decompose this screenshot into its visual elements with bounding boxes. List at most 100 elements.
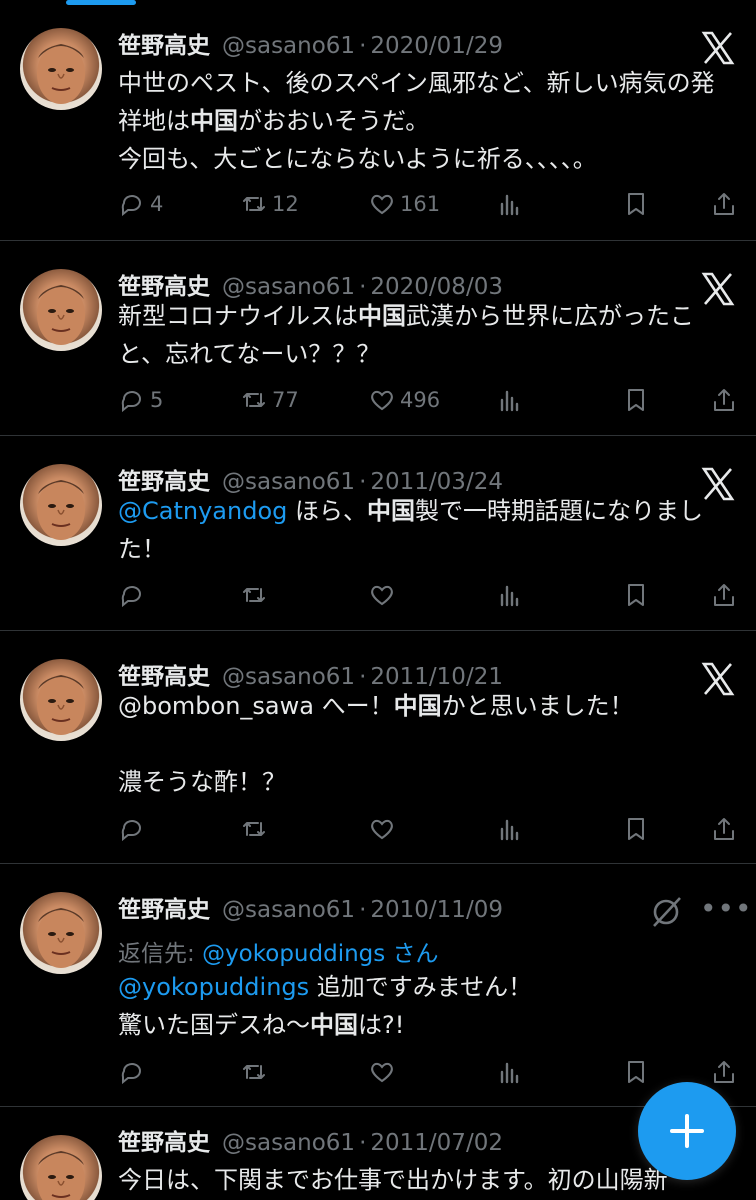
bookmark-icon (622, 1058, 654, 1086)
bookmark-icon (622, 581, 654, 609)
handle[interactable]: @sasano61 (222, 1130, 355, 1156)
avatar[interactable] (20, 892, 102, 974)
like-button[interactable]: 161 (368, 186, 440, 222)
retweet-count: 77 (272, 388, 299, 412)
text-segment: @bombon_sawa へー！ (118, 692, 394, 720)
bookmark-button[interactable] (622, 186, 654, 222)
tweet[interactable]: 笹野高史 @sasano61 · 2020/08/03 新型コロナウイルスは中国武漢か… (0, 241, 756, 436)
display-name[interactable]: 笹野高史 (118, 1130, 210, 1156)
tweet-text: 新型コロナウイルスは中国武漢から世界に広がったこと、忘れてなーい？？？ (118, 297, 726, 373)
like-count: 161 (400, 192, 441, 216)
retweet-icon (240, 581, 272, 609)
plus-icon (670, 1114, 704, 1148)
avatar[interactable] (20, 464, 102, 546)
action-bar (118, 811, 736, 847)
display-name[interactable]: 笹野高史 (118, 897, 210, 923)
reply-button[interactable]: 5 (118, 382, 163, 418)
compose-button[interactable] (638, 1082, 736, 1180)
mention-link[interactable]: @yokopuddings (118, 973, 309, 1001)
reply-button[interactable]: 4 (118, 186, 163, 222)
action-bar: 5 77 496 (118, 382, 736, 418)
retweet-count: 12 (272, 192, 299, 216)
tweet[interactable]: 笹野高史 @sasano61 · 2010/11/09 ••• 返信先: @yokop… (0, 864, 756, 1107)
tweet[interactable]: 笹野高史 @sasano61 · 2011/10/21 @bombon_sawa へー… (0, 631, 756, 864)
bookmark-button[interactable] (622, 811, 654, 847)
separator: · (359, 1130, 367, 1156)
like-icon (368, 386, 400, 414)
bookmark-icon (622, 815, 654, 843)
like-button[interactable] (368, 1054, 400, 1090)
share-icon (710, 815, 742, 843)
views-button[interactable] (496, 382, 528, 418)
retweet-icon (240, 1058, 272, 1086)
reply-count: 4 (150, 192, 164, 216)
share-button[interactable] (710, 186, 742, 222)
retweet-button[interactable] (240, 1054, 272, 1090)
handle[interactable]: @sasano61 (222, 897, 355, 923)
handle[interactable]: @sasano61 (222, 33, 355, 59)
bookmark-icon (622, 190, 654, 218)
reply-to: 返信先: @yokopuddings さん (118, 936, 439, 972)
share-button[interactable] (710, 811, 742, 847)
tweet-date[interactable]: 2011/07/02 (370, 1130, 503, 1156)
bookmark-button[interactable] (622, 1054, 654, 1090)
like-button[interactable] (368, 811, 400, 847)
avatar[interactable] (20, 28, 102, 110)
reply-to-handle[interactable]: @yokopuddings さん (202, 941, 439, 967)
bookmark-button[interactable] (622, 382, 654, 418)
reply-button[interactable] (118, 811, 150, 847)
retweet-icon (240, 815, 272, 843)
tweet-text: @Catnyandog ほら、中国製で一時期話題になりました！ (118, 492, 726, 568)
like-button[interactable] (368, 577, 400, 613)
bookmark-icon (622, 386, 654, 414)
avatar[interactable] (20, 659, 102, 741)
reply-button[interactable] (118, 1054, 150, 1090)
views-button[interactable] (496, 186, 528, 222)
bold-text: 中国 (310, 1011, 358, 1039)
like-button[interactable]: 496 (368, 382, 440, 418)
tweet[interactable]: 笹野高史 @sasano61 · 2011/03/24 @Catnyandog ほら、… (0, 436, 756, 631)
retweet-button[interactable]: 77 (240, 382, 299, 418)
tweet-date[interactable]: 2020/01/29 (370, 33, 503, 59)
reply-button[interactable] (118, 577, 150, 613)
mention-link[interactable]: @Catnyandog (118, 497, 287, 525)
like-icon (368, 815, 400, 843)
reply-icon (118, 386, 150, 414)
separator: · (359, 33, 367, 59)
tweet-header: 笹野高史 @sasano61 · 2011/07/02 (118, 1125, 503, 1161)
views-button[interactable] (496, 577, 528, 613)
share-button[interactable] (710, 382, 742, 418)
tweet[interactable]: 笹野高史 @sasano61 · 2020/01/29 中世のペスト、後のスペイン風邪… (0, 0, 756, 241)
display-name[interactable]: 笹野高史 (118, 33, 210, 59)
bookmark-button[interactable] (622, 577, 654, 613)
action-bar (118, 577, 736, 613)
tweet-header: 笹野高史 @sasano61 · 2010/11/09 (118, 892, 503, 928)
retweet-button[interactable] (240, 811, 272, 847)
views-button[interactable] (496, 1054, 528, 1090)
retweet-button[interactable] (240, 577, 272, 613)
views-icon (496, 386, 528, 414)
reply-icon (118, 815, 150, 843)
bold-text: 中国 (190, 107, 238, 135)
tweet-date[interactable]: 2010/11/09 (370, 897, 503, 923)
like-icon (368, 1058, 400, 1086)
views-button[interactable] (496, 811, 528, 847)
views-icon (496, 1058, 528, 1086)
avatar[interactable] (20, 269, 102, 351)
retweet-button[interactable]: 12 (240, 186, 299, 222)
share-button[interactable] (710, 577, 742, 613)
avatar[interactable] (20, 1135, 102, 1200)
x-logo-icon[interactable] (700, 30, 736, 66)
reply-icon (118, 1058, 150, 1086)
like-count: 496 (400, 388, 441, 412)
more-icon[interactable]: ••• (700, 894, 752, 930)
bold-text: 中国 (367, 497, 415, 525)
text-segment: は?! (358, 1011, 405, 1039)
bold-text: 中国 (358, 302, 406, 330)
reply-to-label: 返信先: (118, 941, 203, 967)
tweet-text: @yokopuddings 追加ですみません！ 驚いた国デスね〜中国は?! (118, 968, 726, 1044)
grok-icon[interactable] (648, 894, 684, 930)
share-button[interactable] (710, 1054, 742, 1090)
text-segment: 今日は、下関までお仕事で出かけます。初の山陽新 (118, 1166, 668, 1194)
like-icon (368, 581, 400, 609)
